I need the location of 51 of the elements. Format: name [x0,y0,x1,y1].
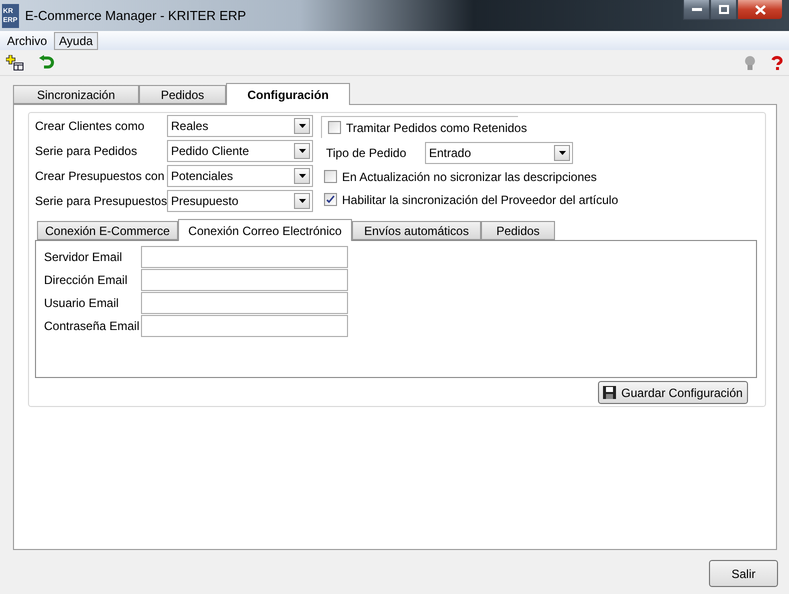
tab[interactable]: Conexión E-Commerce [37,221,178,240]
checkbox-label: Habilitar la sincronización del Proveedor del artículo [342,192,618,206]
checkbox[interactable] [324,170,337,183]
dropdown[interactable]: Presupuesto [167,190,313,212]
field-label: Usuario Email [44,296,120,310]
tab[interactable]: Conexión Correo Electrónico [178,219,352,241]
checkbox-label: En Actualización no sicronizar las descripciones [342,170,597,184]
tab[interactable]: Envíos automáticos [352,221,481,240]
exit-button[interactable]: Salir [709,560,778,587]
tab[interactable]: Sincronización [13,85,139,104]
window-title: E-Commerce Manager - KRITER ERP [25,8,246,23]
tab[interactable]: Pedidos [481,221,555,240]
input-field[interactable] [141,269,348,291]
dropdown[interactable]: Entrado [425,142,573,164]
add-table-icon[interactable] [6,54,24,70]
checkbox[interactable] [328,121,341,134]
field-label: Tipo de Pedido [326,146,408,160]
input-field[interactable] [141,315,348,337]
caret-icon [298,199,306,203]
field-label: Contraseña Email [44,319,140,333]
help-icon[interactable] [771,56,783,70]
caret-icon [298,124,306,128]
dropdown[interactable]: Potenciales [167,165,313,187]
dropdown[interactable]: Reales [167,115,313,137]
maximize-icon [718,5,728,14]
close-button[interactable] [737,0,783,20]
input-field[interactable] [141,246,348,268]
field-label: Serie para Presupuestos [35,194,167,208]
caret-icon [298,149,306,153]
minimize-button[interactable] [683,0,710,20]
close-icon [754,4,766,14]
checkbox-label: Tramitar Pedidos como Retenidos [346,120,527,134]
minimize-icon [692,8,702,11]
tab[interactable]: Pedidos [139,85,226,104]
caret-icon [298,174,306,178]
field-label: Crear Clientes como [35,119,146,133]
lightbulb-icon[interactable] [743,54,757,70]
maximize-button[interactable] [710,0,737,20]
field-label: Servidor Email [44,250,124,264]
dropdown[interactable]: Pedido Cliente [167,140,313,162]
caret-icon [558,150,566,154]
save-button[interactable]: Guardar Configuración [598,381,748,404]
field-label: Serie para Pedidos [35,144,138,158]
tab[interactable]: Configuración [226,83,350,105]
menu-item[interactable]: Ayuda [54,32,98,50]
checkbox[interactable] [324,193,337,206]
undo-arrow-icon[interactable] [38,54,54,70]
field-label: Crear Presupuestos con [35,169,166,183]
field-label: Dirección Email [44,273,128,287]
input-field[interactable] [141,292,348,314]
menu-item[interactable]: Archivo [2,32,52,50]
